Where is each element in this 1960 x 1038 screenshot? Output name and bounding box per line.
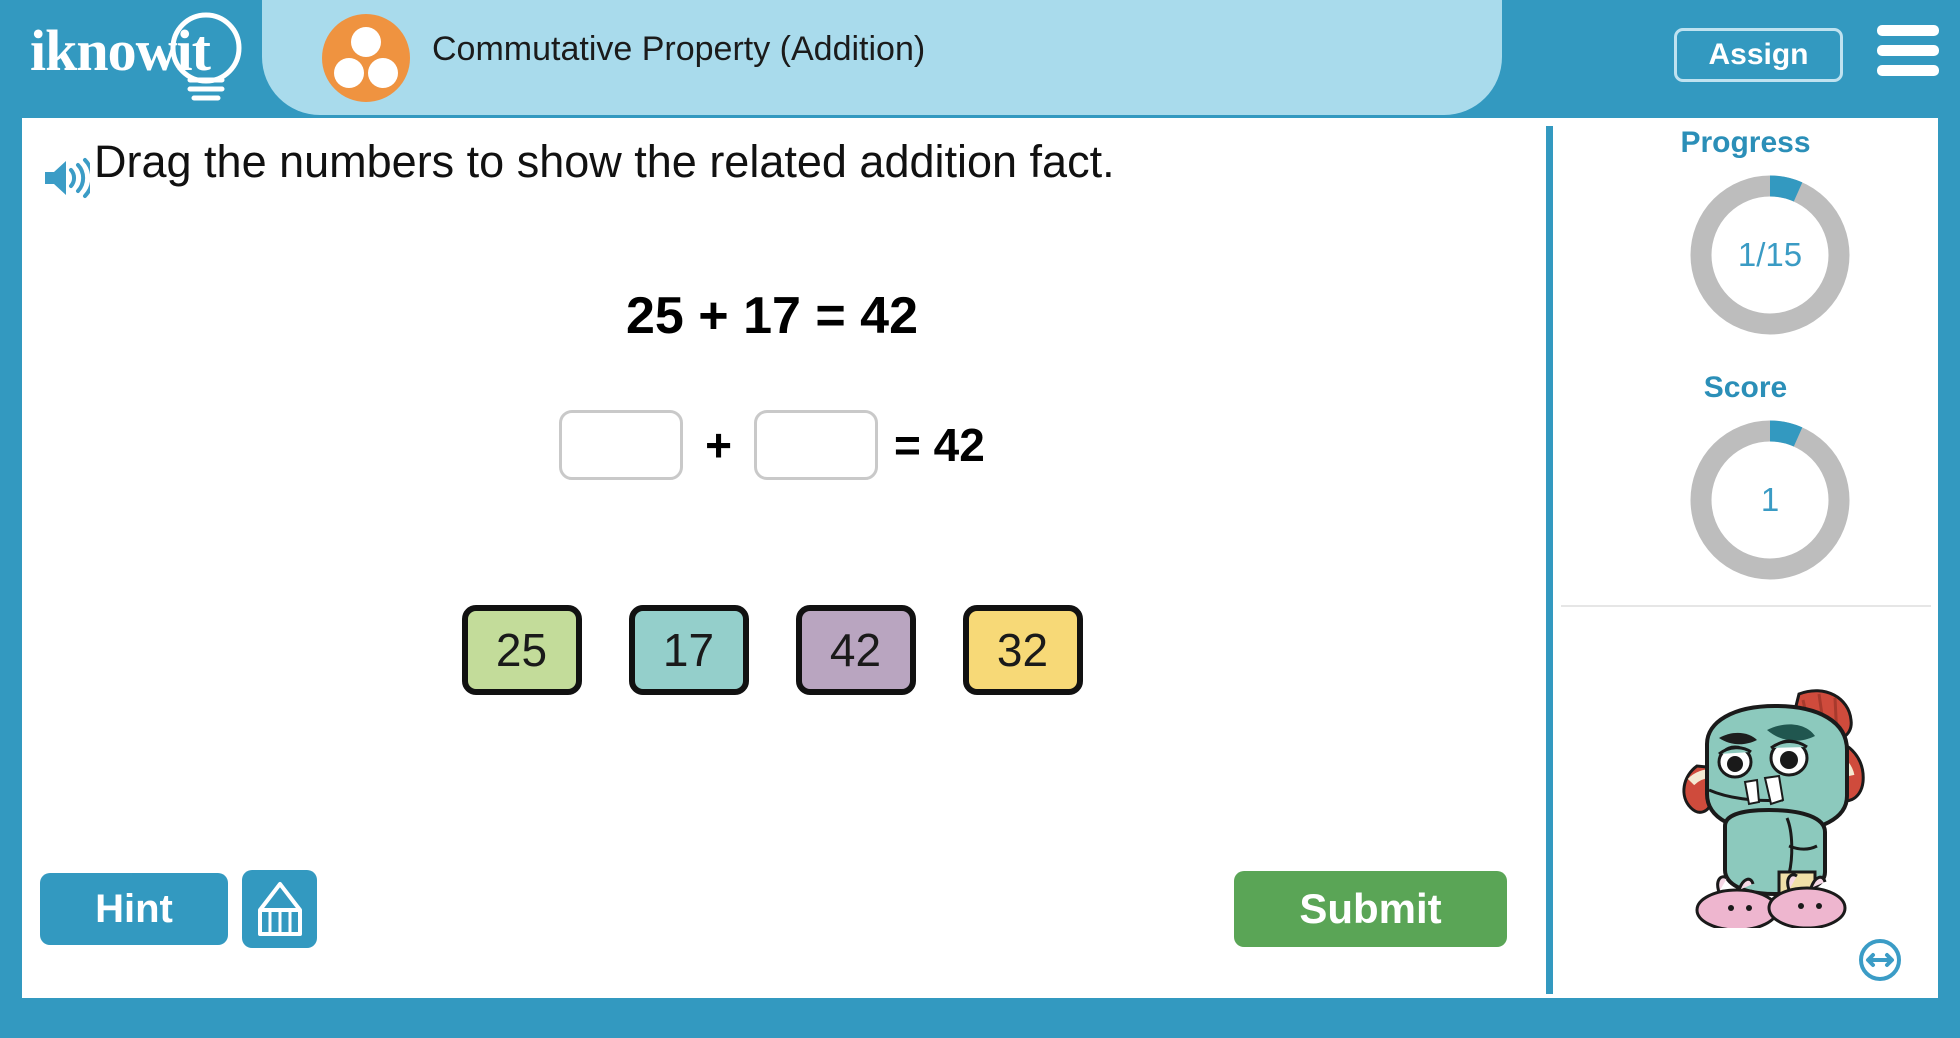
answer-equation-row: + = 42	[22, 410, 1522, 480]
lightbulb-icon	[170, 12, 242, 101]
top-bar: iknowit Commutative Property (Addition) …	[0, 0, 1960, 118]
plus-operator: +	[705, 419, 733, 471]
given-equation: 25 + 17 = 42	[625, 287, 919, 345]
status-sidebar: Progress 1/15 Score 1	[1553, 118, 1938, 998]
progress-ring: 1/15	[1685, 170, 1855, 340]
sidebar-divider	[1561, 605, 1931, 607]
hint-button[interactable]: Hint	[40, 873, 228, 945]
number-tile[interactable]: 42	[795, 605, 916, 695]
number-tile[interactable]: 25	[461, 605, 582, 695]
dropbox-second-addend[interactable]	[754, 410, 879, 480]
three-dots-cluster-icon	[322, 14, 410, 102]
app-logo[interactable]: iknowit	[22, 5, 242, 110]
question-prompt: Drag the numbers to show the related add…	[94, 136, 1115, 187]
pencil-icon	[257, 882, 302, 936]
lesson-title-bar: Commutative Property (Addition)	[262, 0, 1502, 115]
number-tile[interactable]: 32	[962, 605, 1083, 695]
submit-button[interactable]: Submit	[1234, 871, 1507, 947]
score-label: Score	[1703, 371, 1788, 404]
horizontal-resize-icon[interactable]	[1858, 938, 1902, 982]
content-card: Drag the numbers to show the related add…	[22, 118, 1938, 998]
progress-value: 1/15	[1737, 236, 1803, 273]
lesson-title: Commutative Property (Addition)	[432, 30, 926, 68]
scratchpad-button[interactable]	[242, 870, 317, 948]
number-tile[interactable]: 17	[628, 605, 749, 695]
draggable-tiles: 25 17 42 32	[22, 605, 1522, 695]
score-ring: 1	[1685, 415, 1855, 585]
score-value: 1	[1760, 481, 1780, 518]
panel-divider	[1546, 126, 1553, 994]
hamburger-menu-icon[interactable]	[1877, 25, 1939, 77]
progress-label: Progress	[1680, 126, 1811, 159]
app-root: iknowit Commutative Property (Addition) …	[0, 0, 1960, 1038]
monster-mascot-character	[1682, 689, 1865, 928]
assign-button[interactable]: Assign	[1674, 28, 1843, 82]
speaker-icon[interactable]	[42, 155, 90, 201]
equation-sum: = 42	[894, 419, 985, 471]
dropbox-first-addend[interactable]	[559, 410, 684, 480]
